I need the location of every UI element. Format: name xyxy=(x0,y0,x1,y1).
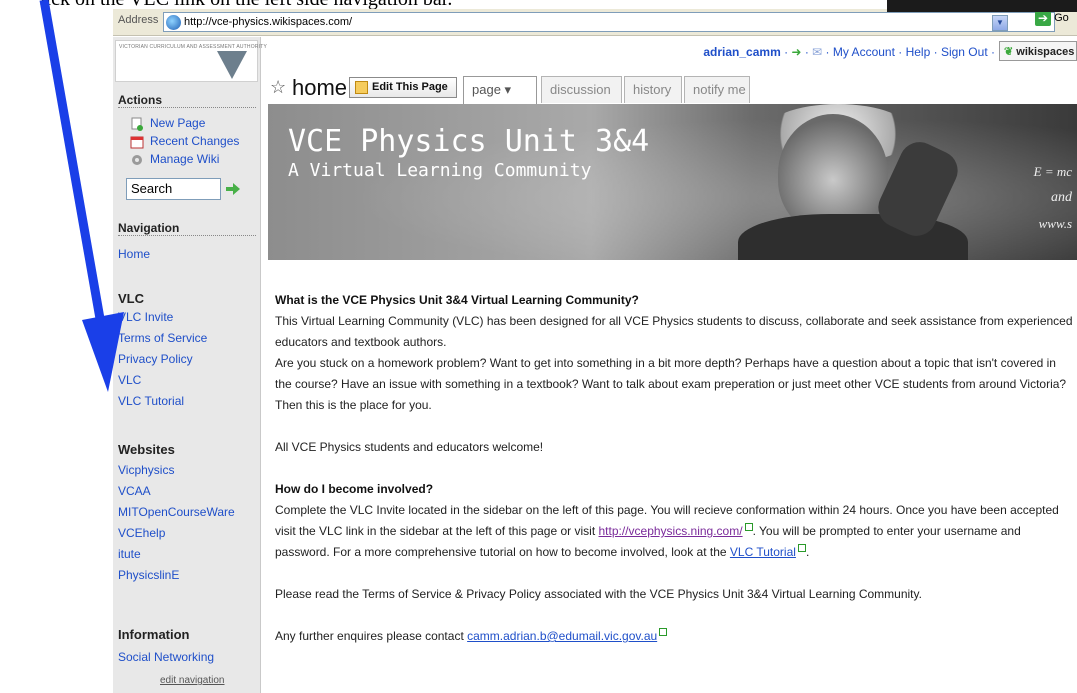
page-header: ☆ home Edit This Page page ▾ discussion … xyxy=(262,73,1077,104)
go-button[interactable]: ➔ Go xyxy=(1035,10,1075,28)
search-go-icon[interactable] xyxy=(226,183,240,195)
page-title: home xyxy=(292,75,348,100)
sidebar-item-vcaa[interactable]: VCAA xyxy=(118,484,151,498)
pencil-icon xyxy=(355,81,368,94)
banner-subtitle: A Virtual Learning Community xyxy=(288,160,592,181)
edit-page-button[interactable]: Edit This Page xyxy=(349,77,457,98)
board-text: E = mc xyxy=(1033,164,1072,179)
external-link-icon xyxy=(659,628,668,636)
separator: · xyxy=(822,45,833,59)
sidebar-item-mitopencourseware[interactable]: MITOpenCourseWare xyxy=(118,505,235,519)
welcome-text: All VCE Physics students and educators w… xyxy=(275,440,544,454)
wikispaces-icon: ❦ xyxy=(1004,46,1014,58)
address-bar: Address http://vce-physics.wikispaces.co… xyxy=(113,9,1077,36)
questions-paragraph: Are you stuck on a homework problem? Wan… xyxy=(275,356,1067,412)
vlc-tutorial-link[interactable]: VLC Tutorial xyxy=(730,545,796,559)
board-text: www.s xyxy=(1038,216,1072,231)
contact-paragraph: Any further enquires please contact camm… xyxy=(275,626,1075,647)
address-url: http://vce-physics.wikispaces.com/ xyxy=(184,16,353,28)
sign-out-link[interactable]: Sign Out xyxy=(941,45,988,59)
board-text: and xyxy=(1051,190,1072,205)
banner-image: VCE Physics Unit 3&4 A Virtual Learning … xyxy=(268,104,1077,260)
my-account-link[interactable]: My Account xyxy=(833,45,895,59)
involvement-paragraph: Complete the VLC Invite located in the s… xyxy=(275,500,1075,563)
go-icon[interactable]: ➜ xyxy=(791,45,801,59)
user-links: adrian_camm · ➜ · ✉ · My Account · Help … xyxy=(703,45,995,59)
window-edge xyxy=(887,0,1077,12)
banner-title: VCE Physics Unit 3&4 xyxy=(288,124,650,159)
help-link[interactable]: Help xyxy=(906,45,931,59)
go-label: Go xyxy=(1054,11,1069,24)
logo-v-icon xyxy=(217,51,247,79)
separator: · xyxy=(930,45,941,59)
edit-page-label: Edit This Page xyxy=(372,81,448,93)
tab-discussion[interactable]: discussion xyxy=(541,76,622,103)
sidebar-item-physicsline[interactable]: PhysicslinE xyxy=(118,568,179,582)
sidebar-item-vcehelp[interactable]: VCEhelp xyxy=(118,526,165,540)
websites-heading: Websites xyxy=(118,442,175,457)
separator: · xyxy=(780,45,792,59)
edit-navigation-link[interactable]: edit navigation xyxy=(160,675,225,686)
email-link[interactable]: camm.adrian.b@edumail.vic.gov.au xyxy=(467,629,657,643)
star-icon[interactable]: ☆ xyxy=(270,77,286,98)
main-content: What is the VCE Physics Unit 3&4 Virtual… xyxy=(275,290,1075,647)
go-arrow-icon: ➔ xyxy=(1035,10,1051,26)
external-link-icon xyxy=(744,523,753,531)
ning-link[interactable]: http://vcephysics.ning.com/ xyxy=(599,524,743,538)
user-bar: adrian_camm · ➜ · ✉ · My Account · Help … xyxy=(262,37,1077,67)
section-heading: What is the VCE Physics Unit 3&4 Virtual… xyxy=(275,293,639,307)
involvement-text: . xyxy=(805,545,810,559)
section-heading: How do I become involved? xyxy=(275,482,434,496)
address-dropdown-icon[interactable]: ▼ xyxy=(992,15,1008,31)
sidebar-item-social-networking[interactable]: Social Networking xyxy=(118,650,214,664)
terms-paragraph: Please read the Terms of Service & Priva… xyxy=(275,587,922,601)
wikispaces-label: wikispaces xyxy=(1016,46,1075,58)
contact-text: Any further enquires please contact xyxy=(275,629,468,643)
address-input[interactable]: http://vce-physics.wikispaces.com/ ▼ xyxy=(163,12,1055,32)
tab-page[interactable]: page ▾ xyxy=(463,76,537,104)
username-link[interactable]: adrian_camm xyxy=(703,45,780,59)
sidebar-item-vicphysics[interactable]: Vicphysics xyxy=(118,463,174,477)
sidebar-item-itute[interactable]: itute xyxy=(118,547,141,561)
wikispaces-button[interactable]: ❦ wikispaces xyxy=(999,41,1077,61)
information-heading: Information xyxy=(118,627,190,642)
annotation-arrow-icon xyxy=(39,0,124,392)
separator: · xyxy=(801,45,813,59)
mail-icon[interactable]: ✉ xyxy=(812,45,822,59)
intro-paragraph: This Virtual Learning Community (VLC) ha… xyxy=(275,314,1073,349)
tab-notify-me[interactable]: notify me xyxy=(684,76,750,103)
tab-history[interactable]: history xyxy=(624,76,682,103)
separator: · xyxy=(987,45,995,59)
external-link-icon xyxy=(797,544,806,552)
separator: · xyxy=(894,45,906,59)
